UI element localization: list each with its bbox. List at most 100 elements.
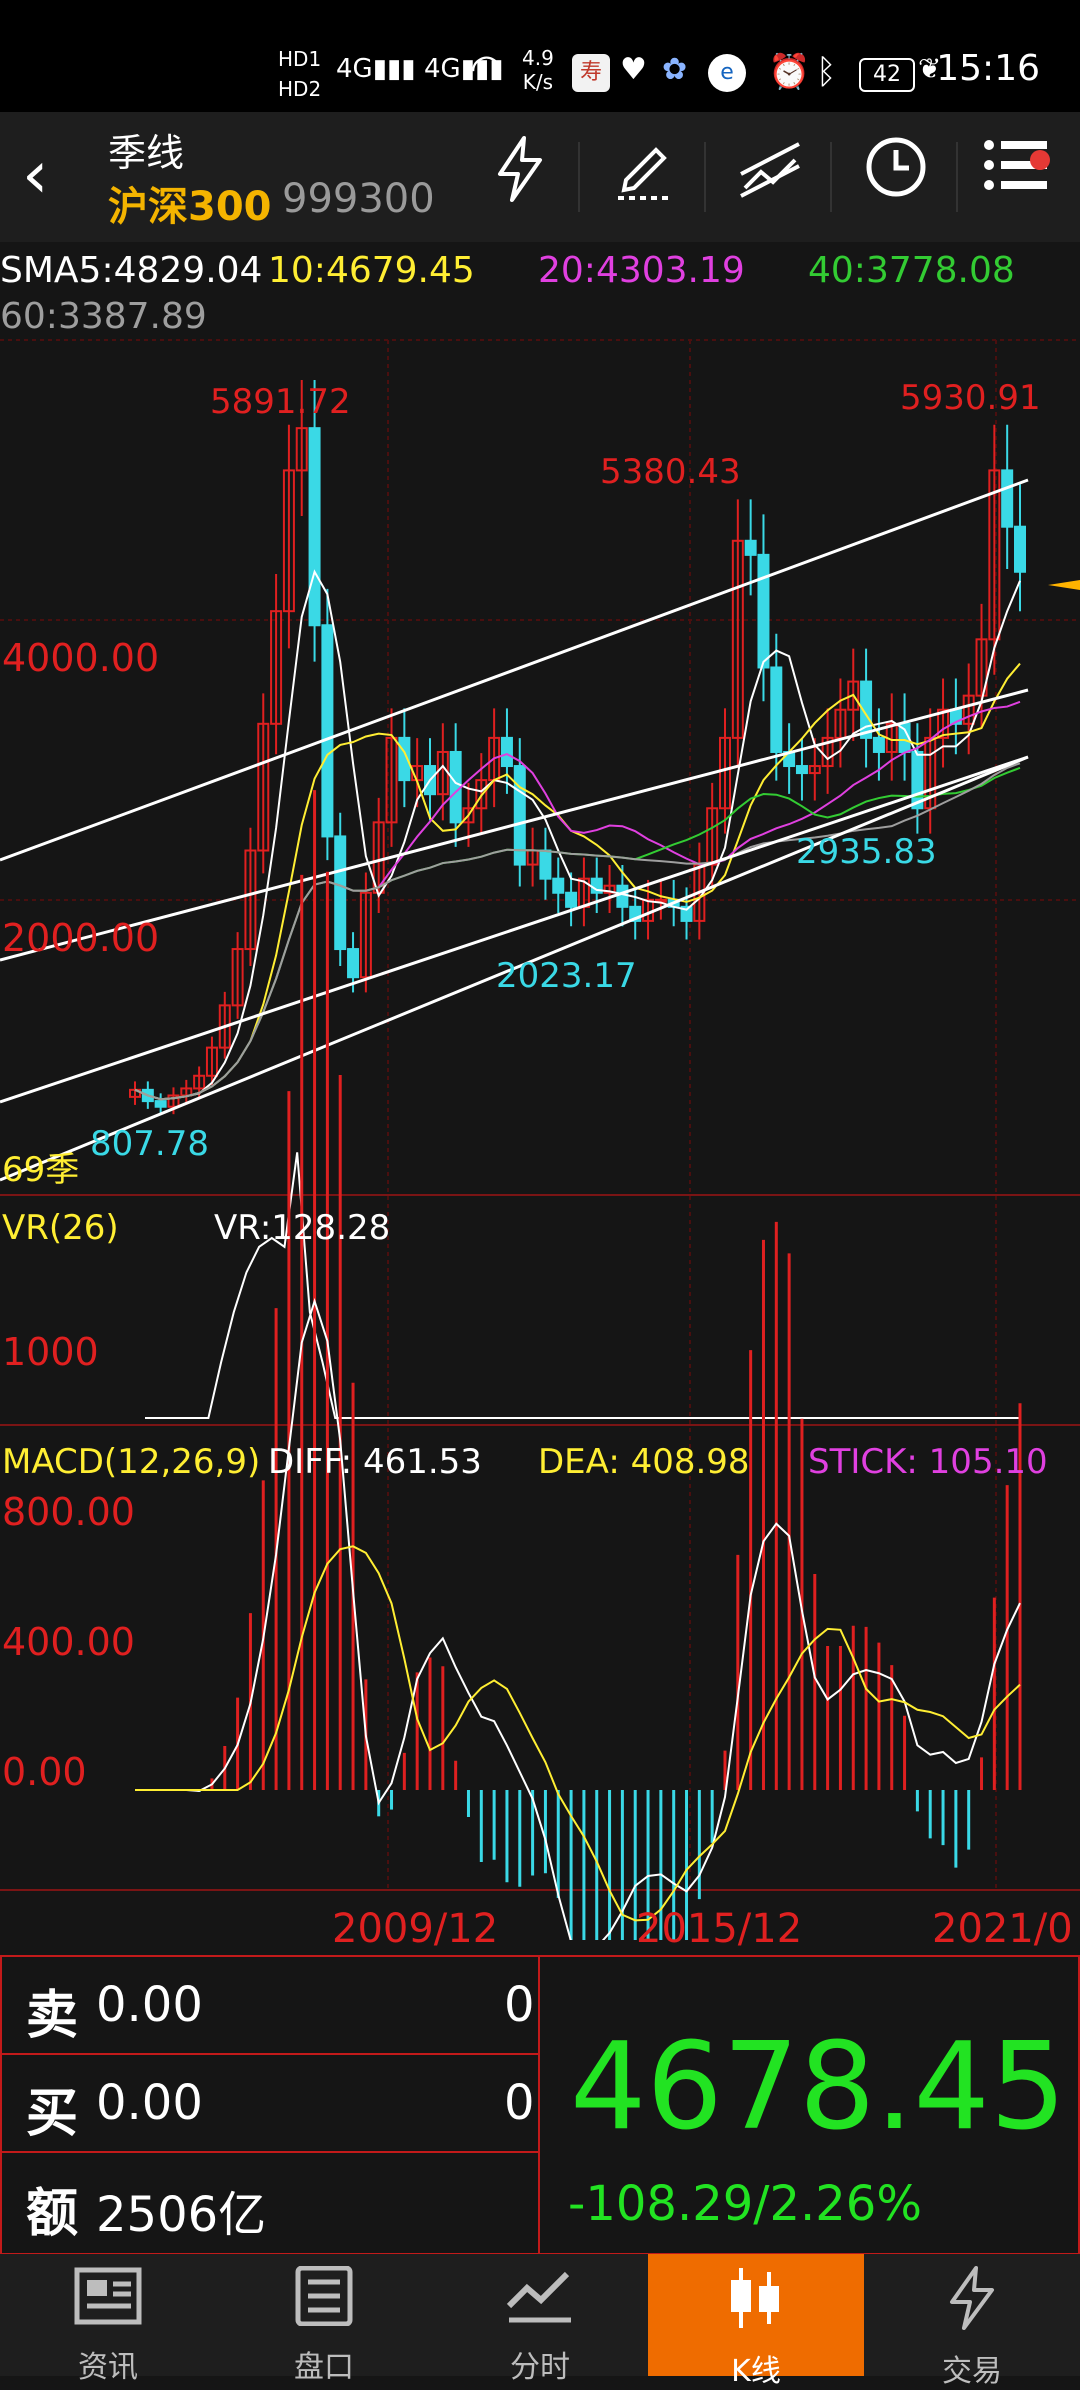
nav-orderbook-label: 盘口 <box>294 2350 354 2385</box>
nav-kline-label: K线 <box>731 2354 781 2389</box>
candle-body <box>744 539 757 556</box>
app-notification-icon: 寿 <box>572 54 610 92</box>
macd-indicator-name[interactable]: MACD(12,26,9) <box>2 1442 260 1482</box>
nav-orderbook[interactable]: 盘口 <box>216 2254 432 2385</box>
sell-row <box>0 1955 540 2055</box>
x-axis-label-2021: 2021/0 <box>932 1906 1073 1952</box>
orderbook-icon <box>216 2265 432 2338</box>
kline-icon <box>648 2266 864 2342</box>
nav-news[interactable]: 资讯 <box>0 2254 216 2385</box>
x-axis-label-2015: 2015/12 <box>636 1906 803 1952</box>
candle-body <box>872 736 885 753</box>
candle-body <box>334 835 347 951</box>
macd-y-label-400: 400.00 <box>2 1620 135 1664</box>
signal-4g-icon: 4G▮▮▮ <box>336 54 416 84</box>
header-divider <box>956 142 958 212</box>
header-divider <box>578 142 580 212</box>
lightning-icon[interactable] <box>470 134 570 220</box>
macd-dea: DEA: 408.98 <box>538 1442 750 1482</box>
menu-icon[interactable] <box>966 134 1066 220</box>
y-axis-label-2000: 2000.00 <box>2 916 160 960</box>
clock-time: 15:16 <box>936 48 1040 89</box>
candle-body <box>154 1100 167 1108</box>
candle-body <box>552 877 565 894</box>
status-bar: HD1 HD2 4G▮▮▮ 4G▮▮▮ ◠ 4.9 K/s 寿 ♥ ✿ e ⏰ … <box>0 0 1080 112</box>
candle-body <box>539 849 552 880</box>
timeshare-icon <box>432 2266 648 2338</box>
candle-body <box>347 948 360 979</box>
macd-diff-line <box>135 1297 1021 1940</box>
x-axis-label-2009: 2009/12 <box>332 1906 499 1952</box>
sell-label: 卖 <box>26 1986 79 2046</box>
network-speed: 4.9 K/s <box>522 46 554 94</box>
nav-trade[interactable]: 交易 <box>864 2254 1080 2389</box>
high-label-2015: 5380.43 <box>600 452 741 492</box>
trade-icon <box>864 2266 1080 2342</box>
sell-price: 0.00 <box>96 1977 203 2033</box>
news-icon <box>0 2266 216 2338</box>
nav-news-label: 资讯 <box>78 2350 138 2385</box>
macd-diff: DIFF: 461.53 <box>268 1442 482 1482</box>
browser-icon: e <box>708 54 746 92</box>
candle-body <box>616 884 629 908</box>
candle-body <box>565 891 578 908</box>
bluetooth-icon: ᛒ <box>816 52 837 92</box>
trend-line-icon[interactable] <box>720 134 820 220</box>
low-label-2005: 807.78 <box>90 1124 209 1164</box>
security-code: 999300 <box>282 176 435 222</box>
last-price: 4678.45 <box>570 2018 1067 2157</box>
draw-icon[interactable] <box>594 134 694 220</box>
header-divider <box>704 142 706 212</box>
wifi-icon: ◠ <box>470 46 504 90</box>
cloud-icon: ✿ <box>662 52 688 87</box>
macd-dea-line <box>135 1545 1021 1922</box>
app-header: ‹ 季线 沪深300 999300 <box>0 112 1080 242</box>
price-change: -108.29/2.26% <box>568 2176 922 2232</box>
macd-y-label-800: 800.00 <box>2 1490 135 1534</box>
low-label-2014: 2023.17 <box>496 956 637 996</box>
macd-stick: STICK: 105.10 <box>808 1442 1048 1482</box>
header-divider <box>830 142 832 212</box>
buy-label: 买 <box>26 2084 79 2144</box>
candle-body <box>757 553 770 669</box>
y-axis-label-4000: 4000.00 <box>2 636 160 680</box>
buy-row <box>0 2053 540 2153</box>
candle-body <box>1014 525 1026 573</box>
kline-chart[interactable] <box>0 240 1080 1940</box>
amount-row <box>0 2151 540 2255</box>
back-icon[interactable]: ‹ <box>22 140 82 210</box>
candle-body <box>449 750 462 824</box>
bottom-nav: 资讯 盘口 分时 K线 交易 <box>0 2254 1080 2389</box>
nav-trade-label: 交易 <box>942 2354 1002 2389</box>
amount-label: 额 <box>26 2184 79 2244</box>
buy-price: 0.00 <box>96 2075 203 2131</box>
security-name: 沪深300 <box>108 184 272 230</box>
candle-body <box>321 624 334 838</box>
turnover-amount: 2506亿 <box>96 2187 267 2243</box>
heart-icon: ♥ <box>620 52 647 87</box>
nav-timeshare[interactable]: 分时 <box>432 2254 648 2385</box>
nav-kline[interactable]: K线 <box>648 2254 864 2389</box>
candle-body <box>1001 469 1014 528</box>
chart-grid <box>0 339 1080 1891</box>
vr-y-label: 1000 <box>2 1330 99 1374</box>
current-price-marker <box>1048 580 1080 590</box>
sim-hd-indicator: HD1 HD2 <box>278 47 322 101</box>
candle-body <box>500 736 513 768</box>
high-label-2007: 5891.72 <box>210 382 351 422</box>
bar-count-label: 69季 <box>2 1150 80 1190</box>
notification-dot <box>1030 150 1050 170</box>
clock-icon[interactable] <box>846 134 946 220</box>
candle-body <box>795 765 808 775</box>
vr-indicator-name[interactable]: VR(26) <box>2 1208 119 1248</box>
macd-y-label-0: 0.00 <box>2 1750 87 1794</box>
buy-qty: 0 <box>504 2075 535 2131</box>
alarm-icon: ⏰ <box>768 52 811 92</box>
low-label-2019: 2935.83 <box>796 832 937 872</box>
high-label-2021: 5930.91 <box>900 378 1041 418</box>
sell-qty: 0 <box>504 1977 535 2033</box>
battery-icon: 42 <box>859 58 915 92</box>
nav-timeshare-label: 分时 <box>510 2350 570 2385</box>
period-title: 季线 <box>108 131 185 175</box>
vr-value: VR:128.28 <box>214 1208 391 1248</box>
